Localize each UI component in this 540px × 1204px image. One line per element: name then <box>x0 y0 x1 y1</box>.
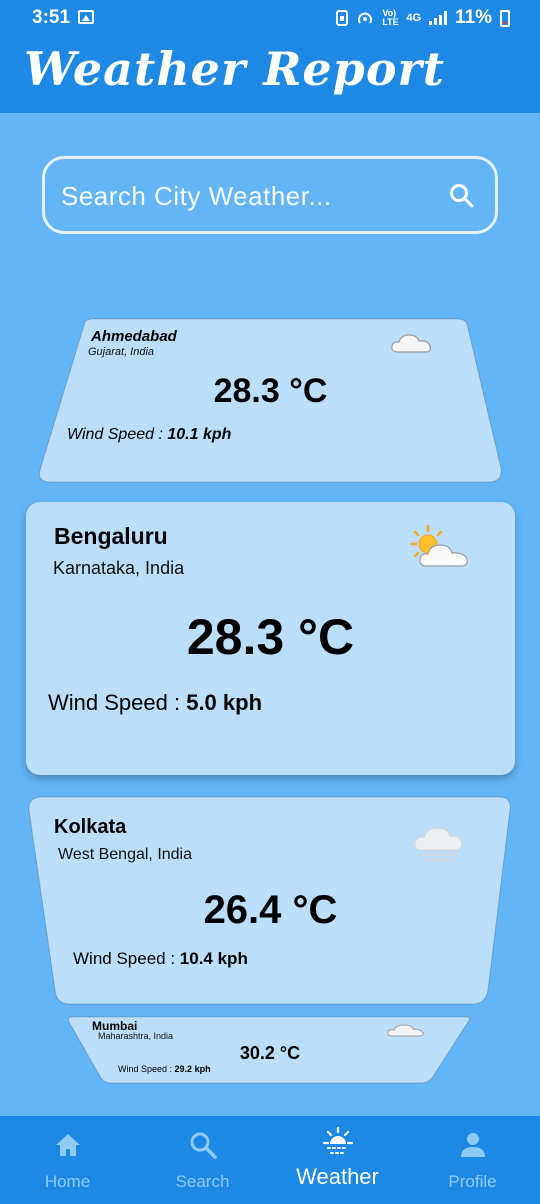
weather-card-mumbai[interactable]: Mumbai Maharashtra, India 30.2 °C Wind S… <box>68 1016 472 1084</box>
mist-cloud-icon <box>414 827 463 861</box>
status-bar: 3:51 Vo) LTE 4G 11% <box>0 0 540 36</box>
search-icon <box>190 1132 217 1159</box>
wind-label: Wind Speed : <box>73 949 176 968</box>
wind-speed: Wind Speed : 10.4 kph <box>73 949 248 969</box>
nav-label: Profile <box>448 1172 497 1191</box>
nav-home[interactable]: Home <box>0 1116 135 1204</box>
nav-weather[interactable]: Weather <box>270 1116 405 1204</box>
search-placeholder: Search City Weather... <box>61 181 332 211</box>
wind-value: 10.1 kph <box>167 426 232 443</box>
region-name: West Bengal, India <box>58 846 193 863</box>
wind-label: Wind Speed : <box>118 1064 173 1074</box>
temperature: 26.4 °C <box>203 888 338 932</box>
temperature: 28.3 °C <box>186 609 355 665</box>
status-indicators: Vo) LTE 4G 11% <box>336 7 510 29</box>
home-icon <box>55 1134 80 1156</box>
city-name: Kolkata <box>54 816 127 838</box>
nav-search[interactable]: Search <box>135 1116 270 1204</box>
temperature: 28.3 °C <box>213 372 328 410</box>
sun-icon <box>322 1126 353 1154</box>
region-name: Gujarat, India <box>88 346 155 358</box>
nav-label: Weather <box>296 1164 379 1189</box>
nav-profile[interactable]: Profile <box>405 1116 540 1204</box>
app-title: Weather Report <box>24 42 446 96</box>
wind-speed: Wind Speed : 29.2 kph <box>118 1064 211 1074</box>
temperature: 30.2 °C <box>239 1043 301 1063</box>
cloud-icon <box>387 1024 424 1037</box>
network-label: 4G <box>406 12 422 24</box>
city-name: Bengaluru <box>54 523 168 549</box>
nav-label: Search <box>175 1172 230 1191</box>
wind-speed: Wind Speed : 10.1 kph <box>67 426 231 444</box>
hotspot-icon <box>358 12 373 24</box>
battery-icon <box>500 9 510 27</box>
wind-label: Wind Speed : <box>48 690 181 715</box>
region-name: Maharashtra, India <box>98 1031 174 1041</box>
sim-icon <box>336 10 349 26</box>
search-field[interactable]: Search City Weather... <box>42 156 498 234</box>
weather-card-ahmedabad[interactable]: Ahmedabad Gujarat, India 28.3 °C Wind Sp… <box>37 318 504 484</box>
wind-speed: Wind Speed : 5.0 kph <box>48 690 262 716</box>
partly-cloudy-icon <box>409 524 468 567</box>
nav-label: Home <box>44 1172 91 1191</box>
image-notification-icon <box>78 10 94 24</box>
battery-percent: 11% <box>455 7 492 28</box>
status-time: 3:51 <box>32 7 71 28</box>
region-name: Karnataka, India <box>53 558 185 578</box>
wind-value: 29.2 kph <box>174 1064 211 1074</box>
volte-label: Vo) LTE <box>382 8 399 27</box>
cloud-icon <box>391 334 432 353</box>
wind-value: 10.4 kph <box>179 949 248 968</box>
city-name: Ahmedabad <box>91 328 177 345</box>
weather-card-kolkata[interactable]: Kolkata West Bengal, India 26.4 °C Wind … <box>28 796 513 1008</box>
wind-label: Wind Speed : <box>67 426 163 443</box>
weather-card-bengaluru[interactable]: Bengaluru Karnataka, India 28.3 °C Wind … <box>26 502 515 775</box>
search-icon[interactable] <box>449 183 475 209</box>
profile-icon <box>460 1133 485 1157</box>
signal-icon <box>429 11 448 25</box>
bottom-navigation: Home Search Weather Profile <box>0 1116 540 1204</box>
wind-value: 5.0 kph <box>186 690 263 715</box>
app-bar: 3:51 Vo) LTE 4G 11% Weather Report <box>0 0 540 113</box>
